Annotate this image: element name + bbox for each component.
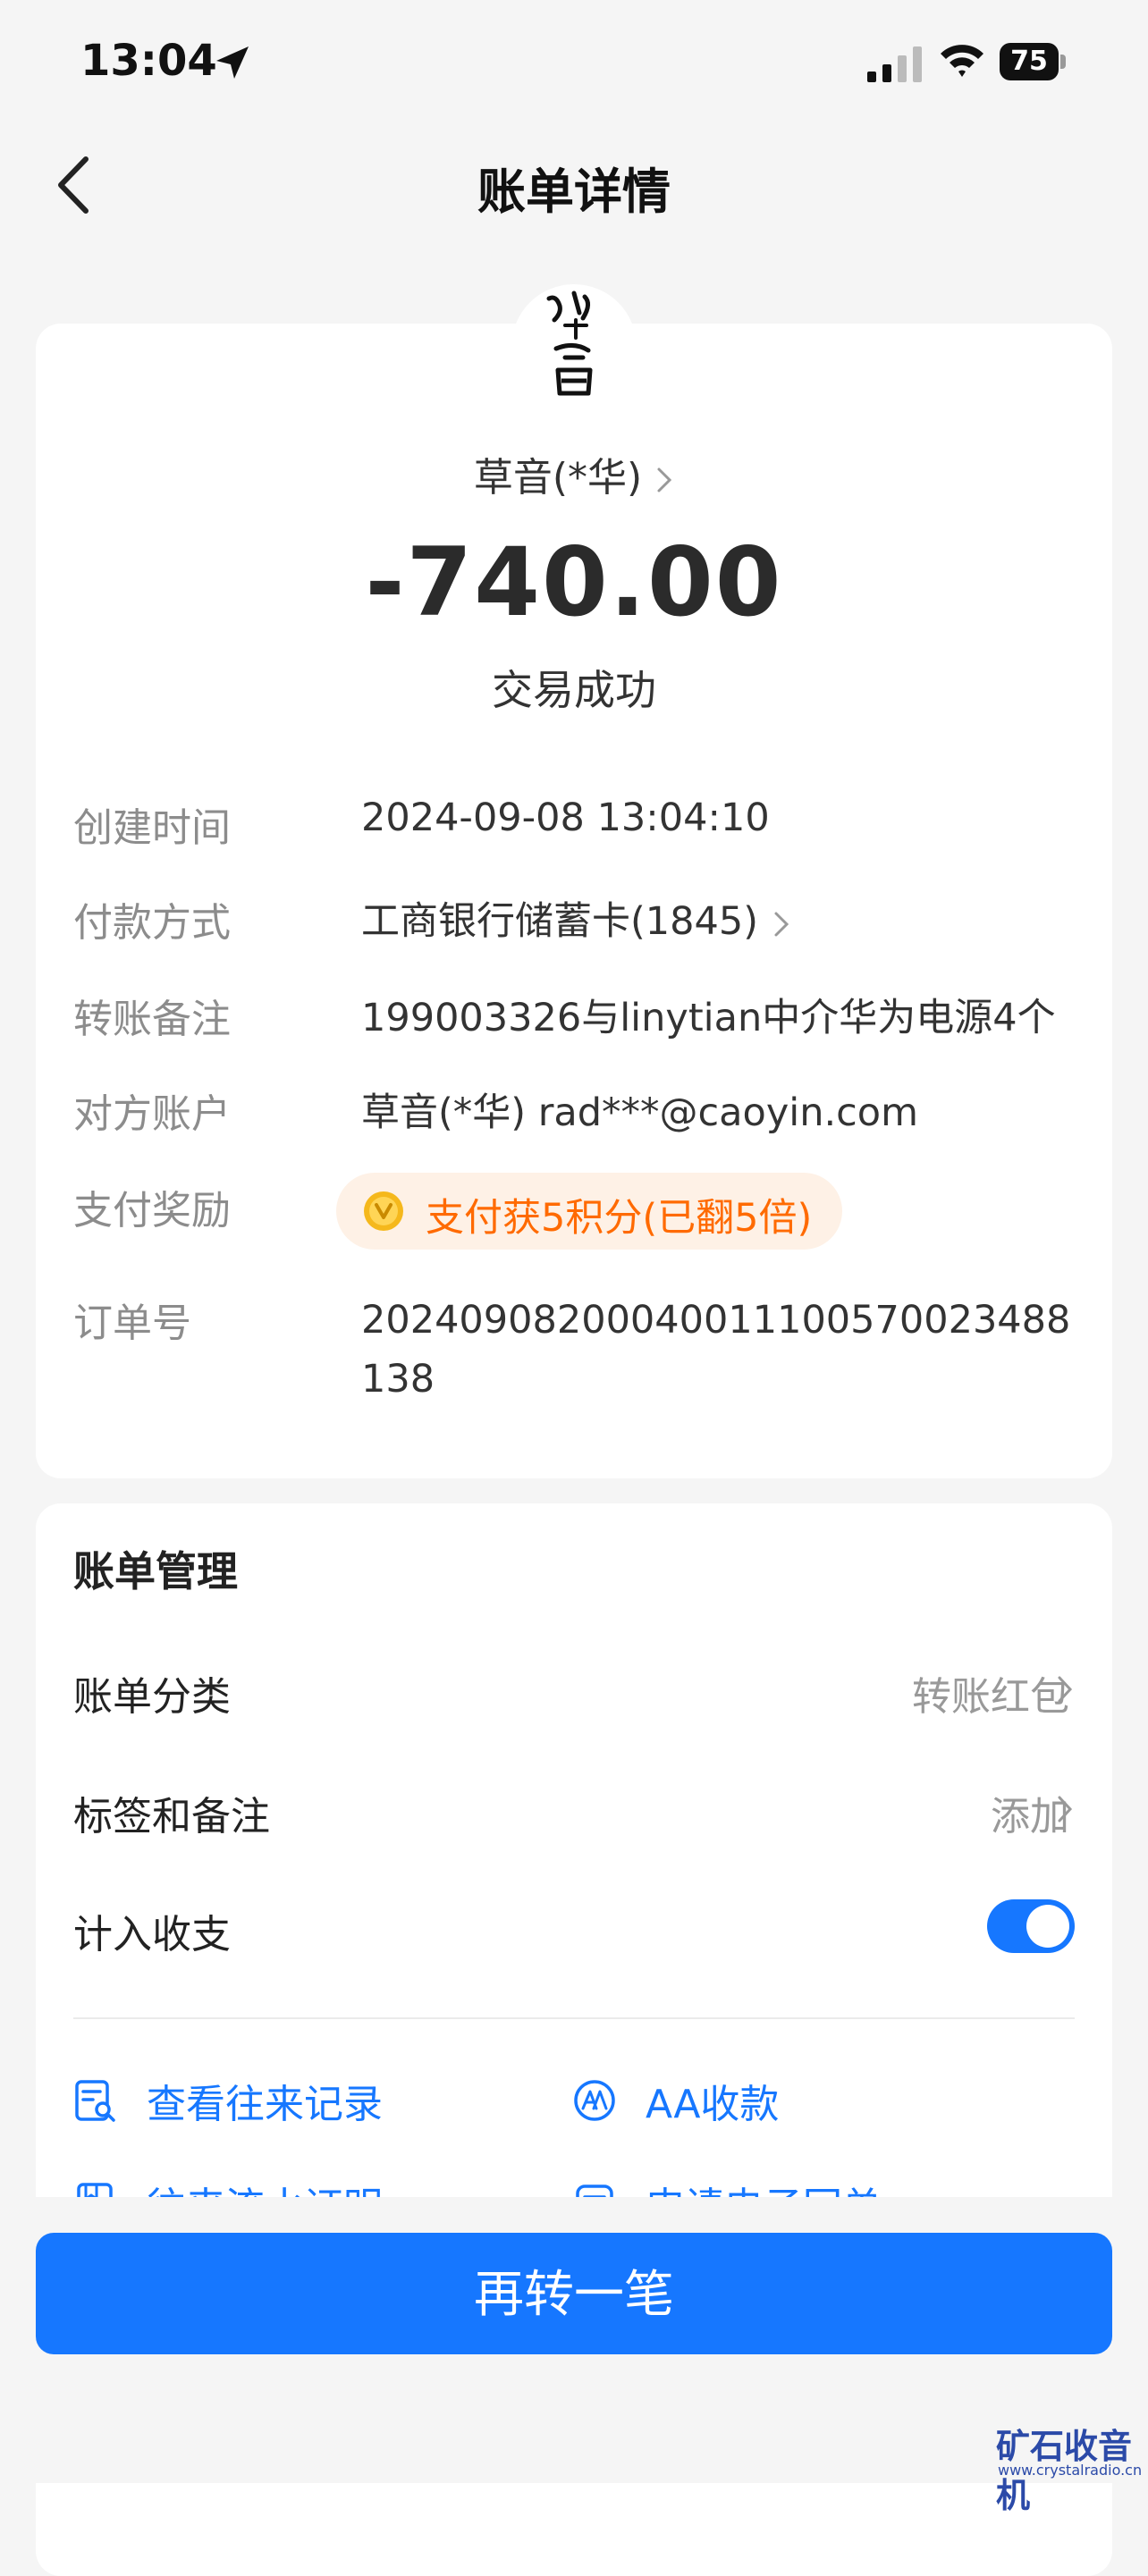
chevron-right-icon <box>657 467 672 492</box>
payment-method-label: 付款方式 <box>73 900 231 946</box>
bill-category-value: 转账红包 <box>912 1674 1069 1720</box>
order-number-value: 20240908200040011100570023488138 <box>361 1298 1071 1402</box>
aa-collect-icon <box>574 2080 615 2121</box>
chevron-right-icon <box>1058 1796 1073 1823</box>
battery-cap <box>1060 55 1066 69</box>
transfer-again-button[interactable]: 再转一笔 <box>36 2233 1112 2354</box>
watermark-url: www.crystalradio.cn <box>998 2462 1143 2479</box>
wifi-icon <box>941 45 983 77</box>
payee-name-link[interactable]: 草音(*华) <box>0 445 1148 502</box>
created-time-label: 创建时间 <box>73 805 231 851</box>
chevron-right-icon <box>774 912 789 936</box>
toggle-knob <box>1026 1905 1069 1948</box>
battery-indicator: 75 <box>1000 43 1066 80</box>
order-number-label: 订单号 <box>73 1301 191 1346</box>
chevron-right-icon <box>1058 1676 1073 1703</box>
transaction-amount: -740.00 <box>365 527 783 637</box>
history-record-icon <box>75 2080 115 2122</box>
bill-category-label: 账单分类 <box>73 1674 231 1720</box>
payment-method-link[interactable]: 工商银行储蓄卡(1845) <box>361 890 790 946</box>
transfer-note-value: 199003326与linytian中介华为电源4个 <box>361 996 1056 1040</box>
action-history-label: 查看往来记录 <box>147 2082 383 2127</box>
action-aa-label: AA收款 <box>646 2082 780 2127</box>
payment-reward-label: 支付奖励 <box>73 1188 231 1233</box>
page-title: 账单详情 <box>477 164 671 220</box>
payment-reward-badge[interactable]: 支付获5积分(已翻5倍) <box>336 1173 842 1250</box>
counterparty-account-label: 对方账户 <box>73 1091 231 1137</box>
tags-notes-label: 标签和备注 <box>73 1794 270 1839</box>
divider <box>73 2017 1075 2019</box>
bill-management-title: 账单管理 <box>73 1547 238 1595</box>
cellular-signal-icon <box>867 46 922 82</box>
transaction-status: 交易成功 <box>492 666 656 714</box>
status-time: 13:04 <box>80 36 217 86</box>
transfer-note-label: 转账备注 <box>73 997 231 1042</box>
location-arrow-icon <box>216 46 249 79</box>
created-time-value: 2024-09-08 13:04:10 <box>361 796 770 840</box>
battery-body: 75 <box>1000 43 1059 80</box>
payee-name: 草音(*华) <box>473 455 643 501</box>
battery-level: 75 <box>1010 46 1048 77</box>
payee-avatar[interactable] <box>529 286 619 411</box>
counterparty-account-value: 草音(*华) rad***@caoyin.com <box>361 1090 918 1135</box>
count-in-budget-toggle[interactable] <box>987 1899 1075 1953</box>
points-coin-icon <box>364 1191 403 1231</box>
count-in-budget-label: 计入收支 <box>73 1912 231 1957</box>
payment-reward-value: 支付获5积分(已翻5倍) <box>426 1196 813 1241</box>
payment-method-value: 工商银行储蓄卡(1845) <box>361 899 758 944</box>
status-bar: 13:04 75 <box>0 0 1148 134</box>
